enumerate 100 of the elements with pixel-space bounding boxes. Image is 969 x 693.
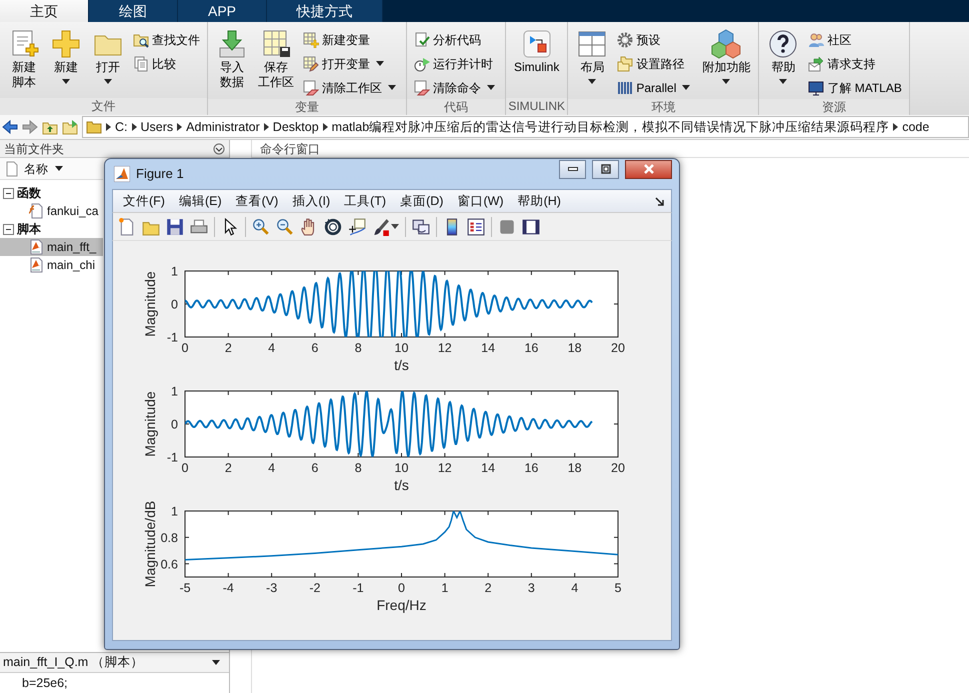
maximize-icon [600,164,610,174]
eraser-icon [414,80,430,96]
file-item[interactable]: fankui_ca [0,202,103,220]
axis-label: t/s [394,477,409,493]
document-icon [4,160,20,176]
tree-item[interactable]: 函数 [0,184,103,202]
ribbon-button[interactable]: 请求支持 [805,52,905,75]
ribbon-button[interactable]: 社区 [805,28,905,51]
path-segment[interactable]: Users [140,118,174,136]
save-icon[interactable] [166,218,184,236]
printer-icon[interactable] [190,218,208,236]
ribbon-button[interactable]: 保存 工作区 [254,26,298,99]
file-item[interactable]: main_fft_ [0,238,103,256]
caret-icon [55,166,63,171]
ribbon-button[interactable]: 打开变量 [300,52,402,75]
ribbon-button[interactable]: 查找文件 [130,28,203,51]
folder-arrow-icon[interactable] [62,119,78,135]
column-header[interactable]: 名称 [0,158,103,180]
ribbon-button[interactable]: 清除命令 [411,76,501,99]
ribbon-button[interactable]: 打开 [88,26,128,98]
maximize-button[interactable] [592,160,619,178]
separator-icon [177,123,182,131]
back-arrow-icon[interactable] [2,119,18,135]
ribbon-button[interactable]: 了解 MATLAB [805,76,905,99]
document-check-icon [414,32,430,48]
close-button[interactable] [625,160,672,178]
collapse-icon[interactable] [3,188,14,198]
minimize-button[interactable] [559,160,586,178]
ribbon-button[interactable]: 预设 [614,28,696,51]
ribbon-tab[interactable]: 绘图 [89,0,178,22]
details-bar[interactable]: main_fft_I_Q.m （脚本） [0,652,229,673]
zoom-out-icon[interactable] [276,218,294,236]
plus-icon [50,28,82,60]
ribbon-button[interactable]: 新建变量 [300,28,402,51]
script-file-icon [28,239,44,255]
file-item[interactable]: main_chi [0,256,103,274]
path-field[interactable]: C: Users Administrator Desktop matlab编程对脉冲压缩后的雷达信号进行动目标检测，模拟不同错误情况下脉冲压缩结果源码程序 code [82,116,969,138]
menu-item[interactable]: 编辑(E) [174,192,232,210]
ribbon-button[interactable]: 新建 [46,26,86,98]
brush-icon[interactable] [372,218,390,236]
ribbon-button[interactable]: 清除工作区 [300,76,402,99]
people-icon [808,32,824,48]
link-icon[interactable] [412,218,430,236]
script-file-icon [28,257,44,273]
stopwatch-icon [414,56,430,72]
menu-item[interactable]: 桌面(D) [396,192,454,210]
tick-label: -4 [222,581,234,595]
forward-arrow-icon[interactable] [22,119,38,135]
ribbon-button[interactable]: 导入 数据 [212,26,252,99]
ribbon-button[interactable]: 比较 [130,52,203,75]
column-title: 名称 [24,160,48,178]
path-segment[interactable]: Administrator [186,118,260,136]
menu-item[interactable]: 帮助(H) [514,192,571,210]
tick-label: 14 [481,341,496,355]
new-document-icon[interactable] [118,218,136,236]
close-icon [644,164,654,174]
code-line: b=25e6; [21,675,69,692]
ribbon-button[interactable]: 帮助 [763,26,804,99]
tick-label: 0 [182,461,188,475]
ribbon-button[interactable]: 布局 [572,26,612,99]
path-segment[interactable]: code [902,118,930,136]
ribbon-tab[interactable]: APP [178,0,267,22]
menu-item[interactable]: 工具(T) [340,192,396,210]
axis-label: Magnitude [142,271,158,337]
tick-label: 4 [268,461,276,475]
cubes-icon [710,28,742,60]
tick-label: 0.6 [160,557,178,572]
tick-label: 1 [171,504,178,518]
path-segment[interactable]: Desktop [272,118,319,136]
axis-label: t/s [394,357,409,373]
legend-icon[interactable] [467,218,485,236]
menu-item[interactable]: 文件(F) [119,192,175,210]
tree-item[interactable]: 脚本 [0,220,103,238]
collapse-icon[interactable] [3,224,14,234]
ribbon-button[interactable]: 分析代码 [411,28,501,51]
ribbon-button[interactable]: 设置路径 [614,52,696,75]
ribbon-button[interactable]: 新建 脚本 [4,26,44,98]
path-segment[interactable]: matlab编程对脉冲压缩后的雷达信号进行动目标检测，模拟不同错误情况下脉冲压缩结果源码程序 [332,118,890,136]
ribbon-tab[interactable]: 快捷方式 [267,0,383,22]
menu-item[interactable]: 插入(I) [288,192,340,210]
panel-icon[interactable] [522,218,540,236]
ribbon-button[interactable]: Parallel [614,76,696,99]
ribbon-button[interactable]: 运行并计时 [411,52,501,75]
collapse-icon[interactable] [213,142,225,154]
separator-icon [106,123,111,131]
dock-arrow-icon[interactable] [654,196,665,206]
ribbon-button[interactable]: 附加功能 [698,26,754,99]
zoom-in-icon[interactable] [252,218,270,236]
menu-item[interactable]: 窗口(W) [453,192,514,210]
tick-label: 10 [394,341,408,355]
ribbon-tab[interactable]: 主页 [0,0,89,22]
tick-label: -5 [179,581,191,595]
square-icon[interactable] [498,218,516,236]
ribbon-button[interactable]: Simulink [510,26,564,98]
eraser-icon [303,80,319,96]
path-segment[interactable]: C: [115,118,128,136]
tick-label: 0 [171,298,178,312]
menu-item[interactable]: 查看(V) [232,192,288,210]
tick-label: 6 [311,341,318,355]
tick-label: -3 [266,581,278,595]
